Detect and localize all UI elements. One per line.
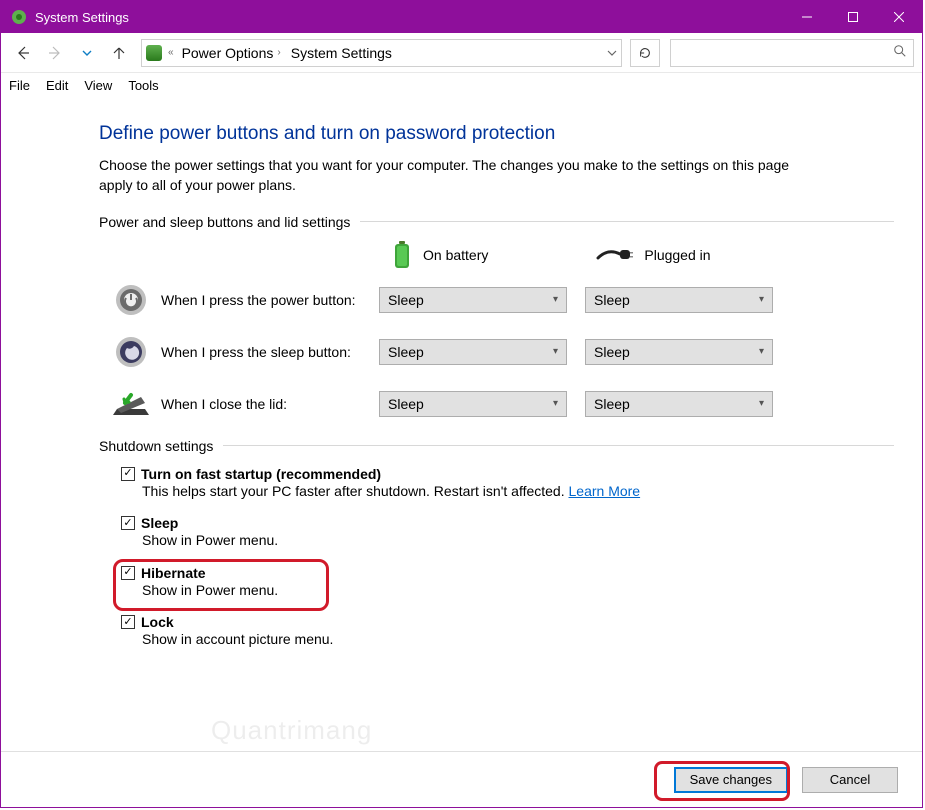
option-sleep-label: Sleep [141, 515, 178, 531]
search-icon [893, 44, 907, 61]
group-power-sleep-lid: Power and sleep buttons and lid settings [99, 214, 894, 230]
option-lock: Lock Show in account picture menu. [119, 612, 894, 652]
row-sleep-button: When I press the sleep button: Sleep ▾ S… [99, 334, 894, 370]
chevron-down-icon: ▾ [759, 346, 764, 357]
forward-button[interactable] [41, 39, 69, 67]
menu-view[interactable]: View [84, 78, 112, 93]
option-hibernate-desc: Show in Power menu. [121, 581, 892, 601]
option-lock-desc: Show in account picture menu. [121, 630, 892, 650]
page-title: Define power buttons and turn on passwor… [99, 123, 894, 145]
select-value: Sleep [388, 344, 424, 360]
group-shutdown-settings-label: Shutdown settings [99, 438, 213, 454]
column-on-battery: On battery [391, 240, 488, 270]
select-value: Sleep [594, 396, 630, 412]
navigation-toolbar: « Power Options › System Settings [1, 33, 922, 73]
option-sleep-desc: Show in Power menu. [121, 531, 892, 551]
refresh-button[interactable] [630, 39, 660, 67]
history-dropdown-button[interactable] [73, 39, 101, 67]
breadcrumb-parent[interactable]: Power Options › [180, 45, 283, 61]
sleep-button-icon [109, 334, 153, 370]
select-value: Sleep [594, 344, 630, 360]
chevron-right-icon: › [277, 47, 280, 58]
learn-more-link[interactable]: Learn More [569, 483, 641, 499]
address-dropdown-button[interactable] [607, 45, 617, 61]
chevron-down-icon: ▾ [553, 346, 558, 357]
window-title: System Settings [35, 10, 129, 25]
divider [360, 221, 894, 222]
cancel-button[interactable]: Cancel [802, 767, 898, 793]
menu-edit[interactable]: Edit [46, 78, 68, 93]
breadcrumb-current-label: System Settings [291, 45, 392, 61]
chevron-left-icon: « [168, 47, 174, 58]
app-icon [11, 9, 27, 25]
cancel-label: Cancel [830, 772, 870, 787]
chevron-down-icon: ▾ [759, 398, 764, 409]
chevron-down-icon: ▾ [553, 294, 558, 305]
watermark: Quantrimang [211, 715, 372, 746]
up-button[interactable] [105, 39, 133, 67]
option-hibernate: Hibernate Show in Power menu. [119, 563, 894, 603]
column-on-battery-label: On battery [423, 247, 488, 263]
row-sleep-button-label: When I press the sleep button: [153, 344, 379, 360]
location-icon [146, 45, 162, 61]
menu-file[interactable]: File [9, 78, 30, 93]
checkbox-hibernate[interactable] [121, 566, 135, 580]
select-value: Sleep [388, 396, 424, 412]
row-close-lid-label: When I close the lid: [153, 396, 379, 412]
row-power-button-label: When I press the power button: [153, 292, 379, 308]
option-fast-startup-desc: This helps start your PC faster after sh… [142, 483, 569, 499]
checkbox-sleep[interactable] [121, 516, 135, 530]
checkbox-lock[interactable] [121, 615, 135, 629]
row-power-button: When I press the power button: Sleep ▾ S… [99, 282, 894, 318]
page-description: Choose the power settings that you want … [99, 155, 819, 196]
minimize-button[interactable] [784, 1, 830, 33]
option-fast-startup: Turn on fast startup (recommended) This … [119, 464, 894, 504]
option-sleep: Sleep Show in Power menu. [119, 513, 894, 553]
select-value: Sleep [388, 292, 424, 308]
select-power-button-battery[interactable]: Sleep ▾ [379, 287, 567, 313]
select-power-button-plugged[interactable]: Sleep ▾ [585, 287, 773, 313]
chevron-down-icon: ▾ [553, 398, 558, 409]
column-plugged-in: Plugged in [596, 246, 710, 264]
system-settings-window: System Settings « [0, 0, 923, 808]
group-shutdown-settings: Shutdown settings [99, 438, 894, 454]
window-controls [784, 1, 922, 33]
row-close-lid: When I close the lid: Sleep ▾ Sleep ▾ [99, 386, 894, 422]
chevron-down-icon: ▾ [759, 294, 764, 305]
select-sleep-button-plugged[interactable]: Sleep ▾ [585, 339, 773, 365]
select-lid-battery[interactable]: Sleep ▾ [379, 391, 567, 417]
option-lock-label: Lock [141, 614, 174, 630]
titlebar: System Settings [1, 1, 922, 33]
checkbox-fast-startup[interactable] [121, 467, 135, 481]
divider [223, 445, 894, 446]
close-button[interactable] [876, 1, 922, 33]
menubar: File Edit View Tools [1, 73, 922, 99]
save-changes-label: Save changes [690, 772, 772, 787]
save-changes-button[interactable]: Save changes [674, 767, 788, 793]
address-bar[interactable]: « Power Options › System Settings [141, 39, 622, 67]
maximize-button[interactable] [830, 1, 876, 33]
group-power-sleep-lid-label: Power and sleep buttons and lid settings [99, 214, 350, 230]
back-button[interactable] [9, 39, 37, 67]
select-value: Sleep [594, 292, 630, 308]
column-plugged-in-label: Plugged in [644, 247, 710, 263]
footer: Save changes Cancel [1, 751, 922, 807]
plug-icon [596, 246, 634, 264]
breadcrumb-parent-label: Power Options [182, 45, 274, 61]
power-button-icon [109, 282, 153, 318]
option-hibernate-label: Hibernate [141, 565, 206, 581]
battery-icon [391, 240, 413, 270]
select-lid-plugged[interactable]: Sleep ▾ [585, 391, 773, 417]
menu-tools[interactable]: Tools [128, 78, 158, 93]
content-area: Define power buttons and turn on passwor… [1, 99, 922, 751]
shutdown-settings-list: Turn on fast startup (recommended) This … [99, 464, 894, 652]
columns-header: On battery Plugged in [99, 240, 894, 270]
breadcrumb-current[interactable]: System Settings [289, 45, 394, 61]
search-input[interactable] [670, 39, 914, 67]
lid-icon [109, 386, 153, 422]
select-sleep-button-battery[interactable]: Sleep ▾ [379, 339, 567, 365]
option-fast-startup-label: Turn on fast startup (recommended) [141, 466, 381, 482]
